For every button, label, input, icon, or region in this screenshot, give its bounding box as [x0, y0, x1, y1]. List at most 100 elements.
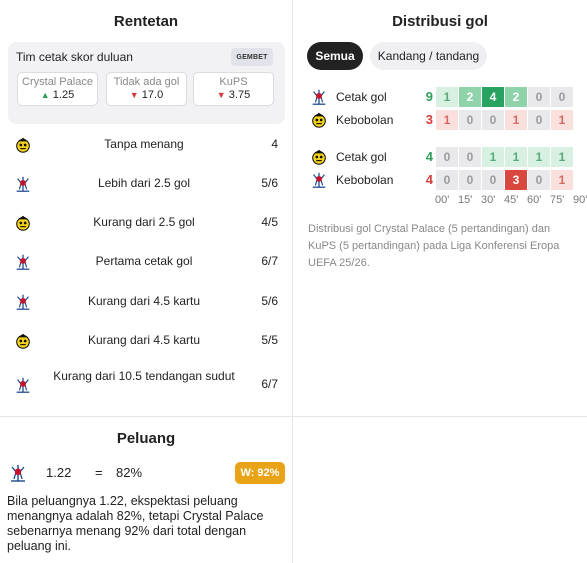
arrow-down-icon: ▼ [216, 90, 226, 100]
streaks-title: Rentetan [113, 13, 179, 30]
crystal-palace-logo-icon [14, 253, 32, 271]
streak-row: Kurang dari 2.5 gol 4/5 [0, 214, 292, 232]
minute-axis-tick: 60' [527, 194, 542, 206]
streak-row: Lebih dari 2.5 gol 5/6 [0, 175, 292, 193]
crystal-palace-logo-icon [14, 293, 32, 311]
odds-outcome-name: KuPS [219, 76, 248, 88]
goals-conceded-row: Kebobolan 3 1 0 0 1 0 1 [307, 110, 577, 130]
minute-bucket-cell: 0 [459, 147, 481, 167]
minute-bucket-cell: 0 [459, 110, 481, 130]
goal-distribution-title: Distribusi gol [392, 13, 488, 30]
tab-home-away[interactable]: Kandang / tandang [370, 42, 487, 70]
streak-label: Lebih dari 2.5 gol [97, 176, 191, 190]
arrow-down-icon: ▼ [129, 90, 139, 100]
kups-logo-icon [14, 136, 32, 154]
odds-outcome-name: Crystal Palace [22, 76, 93, 88]
minute-axis-tick: 90' [573, 194, 587, 206]
minute-bucket-cell: 1 [436, 87, 458, 107]
streak-value: 5/6 [261, 294, 278, 308]
goal-row-label: Kebobolan [336, 173, 394, 187]
minute-bucket-cell: 0 [528, 170, 550, 190]
odds-outcome-name: Tidak ada gol [113, 76, 180, 88]
minute-bucket-cell: 1 [528, 147, 550, 167]
streak-label: Kurang dari 4.5 kartu [87, 294, 201, 308]
panel-divider-vertical [292, 0, 293, 563]
kups-logo-icon [14, 214, 32, 232]
streak-label: Kurang dari 2.5 gol [93, 215, 195, 229]
crystal-palace-logo-icon [14, 376, 32, 394]
minute-bucket-cell: 1 [436, 110, 458, 130]
minute-axis-tick: 15' [458, 194, 473, 206]
minute-bucket-cell: 1 [505, 110, 527, 130]
minute-axis-tick: 75' [550, 194, 565, 206]
odds-cell[interactable]: KuPS ▼ 3.75 [193, 72, 274, 106]
bookmaker-logo[interactable]: GEMBET [231, 48, 273, 66]
streak-row: Kurang dari 4.5 kartu 5/6 [0, 293, 292, 311]
arrow-up-icon: ▲ [40, 90, 50, 100]
minute-bucket-cell: 1 [551, 170, 573, 190]
odds-value: ▼ 17.0 [107, 89, 186, 101]
goal-row-label: Cetak gol [336, 150, 387, 164]
minute-axis-tick: 45' [504, 194, 519, 206]
minute-bucket-cell: 0 [459, 170, 481, 190]
goals-scored-row: Cetak gol 9 1 2 4 2 0 0 [307, 87, 577, 107]
crystal-palace-logo-icon [310, 171, 328, 189]
crystal-palace-logo-icon [14, 175, 32, 193]
goals-conceded-row: Kebobolan 4 0 0 0 3 0 1 [307, 170, 577, 190]
odds-number: 1.25 [52, 89, 75, 101]
odds-cell[interactable]: Crystal Palace ▲ 1.25 [17, 72, 98, 106]
goal-row-label: Cetak gol [336, 90, 387, 104]
minute-bucket-cell: 1 [551, 110, 573, 130]
minute-buckets: 000301 [436, 170, 574, 190]
streak-row: Tanpa menang 4 [0, 136, 292, 154]
odds-number: 17.0 [141, 89, 164, 101]
minute-bucket-cell: 0 [482, 110, 504, 130]
tab-all-label: Semua [315, 49, 355, 63]
minute-bucket-cell: 1 [551, 147, 573, 167]
minute-bucket-cell: 0 [436, 147, 458, 167]
odds-heading: Tim cetak skor duluan [16, 50, 133, 64]
minute-buckets: 124200 [436, 87, 574, 107]
minute-axis-tick: 00' [435, 194, 450, 206]
minute-bucket-cell: 0 [436, 170, 458, 190]
bookmaker-name: GEMBET [236, 53, 268, 61]
goal-row-label: Kebobolan [336, 113, 394, 127]
kups-logo-icon [14, 332, 32, 350]
streak-row: Kurang dari 4.5 kartu 5/5 [0, 332, 292, 350]
chance-summary: 1.22 = 82% W: 92% [8, 462, 285, 484]
goal-row-total: 9 [425, 89, 433, 104]
goal-row-total: 4 [425, 149, 433, 164]
odds-cell[interactable]: Tidak ada gol ▼ 17.0 [106, 72, 187, 106]
first-score-odds-box: Tim cetak skor duluan GEMBET Crystal Pal… [8, 42, 285, 124]
crystal-palace-logo-icon [8, 463, 28, 483]
streak-value: 4 [271, 137, 278, 151]
minute-bucket-cell: 4 [482, 87, 504, 107]
minute-bucket-cell: 2 [459, 87, 481, 107]
chance-title: Peluang [116, 430, 176, 447]
chance-description: Bila peluangnya 1.22, ekspektasi peluang… [7, 494, 264, 553]
chance-equals: = [95, 465, 103, 480]
goals-scored-row: Cetak gol 4 0 0 1 1 1 1 [307, 147, 577, 167]
streak-value: 5/6 [261, 176, 278, 190]
minute-buckets: 100101 [436, 110, 574, 130]
kups-logo-icon [310, 148, 328, 166]
streak-label: Tanpa menang [104, 137, 184, 151]
minute-bucket-cell: 0 [551, 87, 573, 107]
streak-row: Kurang dari 10.5 tendangan sudut 6/7 [0, 369, 292, 394]
tab-all[interactable]: Semua [307, 42, 363, 70]
minute-bucket-cell: 2 [505, 87, 527, 107]
streak-row: Pertama cetak gol 6/7 [0, 253, 292, 271]
goal-row-total: 3 [425, 112, 433, 127]
streak-value: 4/5 [261, 215, 278, 229]
win-rate-badge: W: 92% [235, 462, 285, 484]
minute-bucket-cell: 1 [482, 147, 504, 167]
tab-home-away-label: Kandang / tandang [377, 49, 480, 63]
minute-bucket-cell: 3 [505, 170, 527, 190]
chance-percent: 82% [116, 465, 143, 480]
panel-divider-horizontal [0, 416, 587, 417]
minute-bucket-cell: 0 [528, 110, 550, 130]
streak-label: Kurang dari 10.5 tendangan sudut [53, 369, 235, 383]
minute-buckets: 001111 [436, 147, 574, 167]
minute-bucket-cell: 1 [505, 147, 527, 167]
crystal-palace-logo-icon [310, 88, 328, 106]
